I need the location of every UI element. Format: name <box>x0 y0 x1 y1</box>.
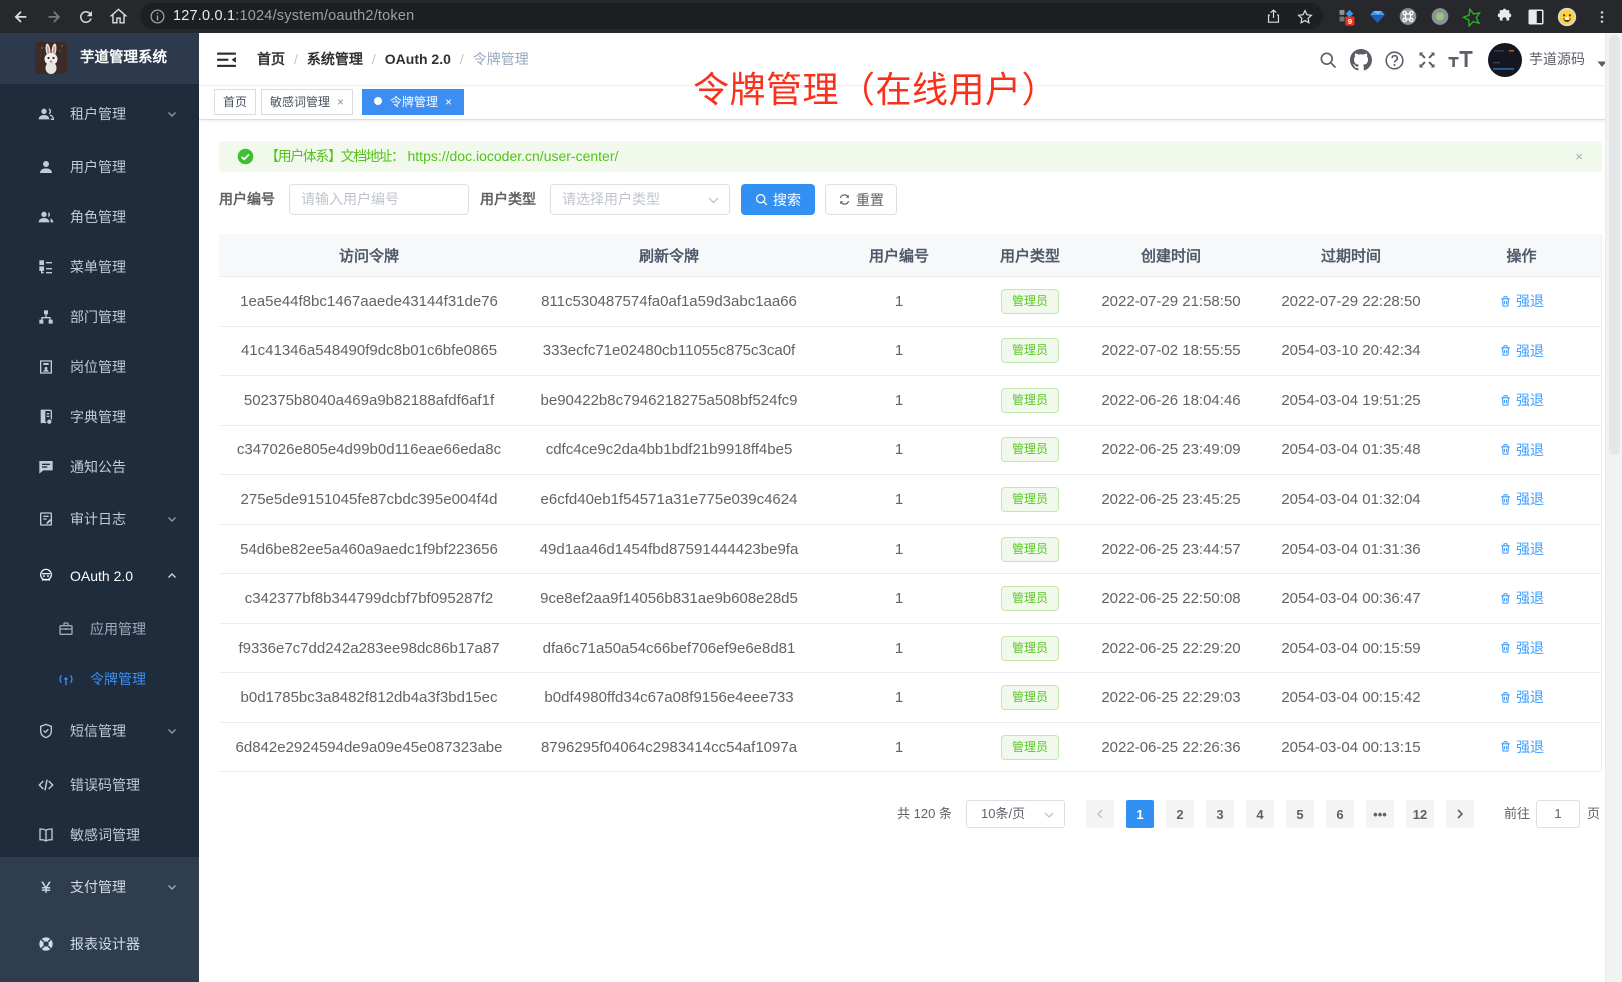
svg-text:9: 9 <box>1348 17 1352 26</box>
